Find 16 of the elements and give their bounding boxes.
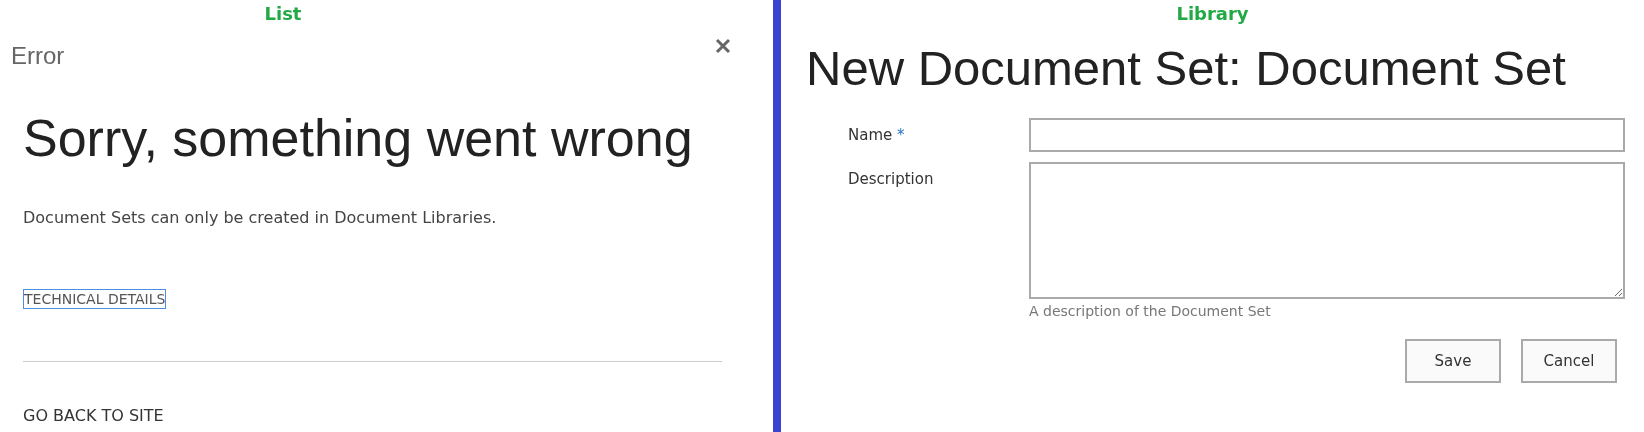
error-message: Document Sets can only be created in Document Libraries. (23, 208, 498, 227)
panel-caption: Library (1176, 2, 1249, 24)
close-icon[interactable] (713, 36, 733, 56)
technical-details-link[interactable]: TECHNICAL DETAILS (23, 289, 167, 309)
field-label: Description (848, 169, 935, 190)
form-title: New Document Set: Document Set (805, 40, 1567, 96)
go-back-link[interactable]: GO BACK TO SITE (23, 406, 722, 425)
panel-caption: List (264, 2, 302, 24)
field-hint: A description of the Document Set (1029, 303, 1272, 319)
dialog-title: Error (11, 42, 65, 70)
name-input[interactable] (1029, 118, 1625, 152)
error-heading: Sorry, something went wrong (23, 108, 694, 168)
save-button[interactable]: Save (1405, 339, 1501, 383)
field-label: Name * (848, 125, 906, 146)
description-textarea[interactable] (1029, 162, 1625, 299)
cancel-button[interactable]: Cancel (1521, 339, 1617, 383)
